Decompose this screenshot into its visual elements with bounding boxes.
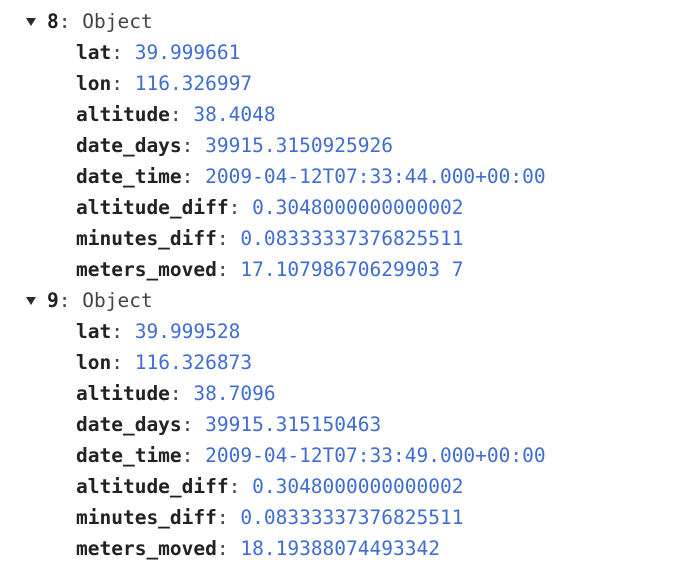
separator: : — [169, 103, 194, 126]
property-row: date_time: 2009-04-12T07:33:44.000+00:00 — [0, 161, 676, 192]
property-key: altitude — [76, 103, 170, 126]
property-value: 39.999528 — [134, 320, 241, 343]
separator: : — [228, 196, 253, 219]
separator: : — [181, 444, 206, 467]
property-row: date_time: 2009-04-12T07:33:49.000+00:00 — [0, 440, 676, 471]
separator: : — [216, 258, 241, 281]
property-row: altitude_diff: 0.3048000000000002 — [0, 192, 676, 223]
property-value: 116.326997 — [134, 72, 253, 95]
property-value: 0.08333337376825511 — [240, 506, 464, 529]
property-key: meters_moved — [76, 258, 217, 281]
separator: : — [169, 382, 194, 405]
property-value: 39.999661 — [134, 41, 241, 64]
property-key: date_time — [76, 165, 182, 188]
separator: : — [58, 289, 83, 312]
property-value: 18.19388074493342 — [240, 537, 440, 560]
property-key: minutes_diff — [76, 506, 217, 529]
property-row: altitude_diff: 0.3048000000000002 — [0, 471, 676, 502]
property-value: 0.08333337376825511 — [240, 227, 464, 250]
property-value: 0.3048000000000002 — [252, 475, 464, 498]
property-value: 38.4048 — [193, 103, 276, 126]
object-index: 8 — [47, 10, 59, 33]
separator: : — [181, 165, 206, 188]
object-type: Object — [82, 289, 153, 312]
expand-toggle-icon[interactable] — [24, 285, 38, 316]
separator: : — [58, 10, 83, 33]
property-key: date_days — [76, 134, 182, 157]
property-row: date_days: 39915.315150463 — [0, 409, 676, 440]
property-value: 39915.315150463 — [205, 413, 382, 436]
property-key: lon — [76, 72, 112, 95]
clipped-previous-row-fragment — [150, 0, 160, 2]
property-key: altitude — [76, 382, 170, 405]
property-row: date_days: 39915.3150925926 — [0, 130, 676, 161]
separator: : — [181, 413, 206, 436]
property-key: lat — [76, 320, 112, 343]
object-row-8[interactable]: 8: Object — [0, 6, 676, 37]
property-value: 0.3048000000000002 — [252, 196, 464, 219]
property-key: meters_moved — [76, 537, 217, 560]
separator: : — [111, 320, 135, 343]
property-key: lat — [76, 41, 112, 64]
property-row: meters_moved: 18.19388074493342 — [0, 533, 676, 564]
separator: : — [181, 134, 206, 157]
property-row: altitude: 38.4048 — [0, 99, 676, 130]
property-row: lat: 39.999661 — [0, 37, 676, 68]
separator: : — [111, 41, 135, 64]
property-row: minutes_diff: 0.08333337376825511 — [0, 502, 676, 533]
separator: : — [228, 475, 253, 498]
separator: : — [111, 351, 135, 374]
separator: : — [111, 72, 135, 95]
property-value: 2009-04-12T07:33:44.000+00:00 — [205, 165, 546, 188]
property-value: 17.10798670629903 7 — [240, 258, 464, 281]
object-index: 9 — [47, 289, 59, 312]
property-value: 116.326873 — [134, 351, 253, 374]
property-row: altitude: 38.7096 — [0, 378, 676, 409]
property-row: lon: 116.326997 — [0, 68, 676, 99]
object-row-9[interactable]: 9: Object — [0, 285, 676, 316]
object-type: Object — [82, 10, 153, 33]
property-row: meters_moved: 17.10798670629903 7 — [0, 254, 676, 285]
property-key: altitude_diff — [76, 196, 229, 219]
property-value: 39915.3150925926 — [205, 134, 393, 157]
property-key: lon — [76, 351, 112, 374]
property-value: 2009-04-12T07:33:49.000+00:00 — [205, 444, 546, 467]
separator: : — [216, 506, 241, 529]
property-row: minutes_diff: 0.08333337376825511 — [0, 223, 676, 254]
property-value: 38.7096 — [193, 382, 276, 405]
separator: : — [216, 227, 241, 250]
property-key: date_time — [76, 444, 182, 467]
expand-toggle-icon[interactable] — [24, 6, 38, 37]
property-row: lat: 39.999528 — [0, 316, 676, 347]
property-key: minutes_diff — [76, 227, 217, 250]
property-key: altitude_diff — [76, 475, 229, 498]
property-row: lon: 116.326873 — [0, 347, 676, 378]
property-key: date_days — [76, 413, 182, 436]
object-inspector-tree: 8: Object lat: 39.999661 lon: 116.326997… — [0, 6, 676, 564]
separator: : — [216, 537, 241, 560]
